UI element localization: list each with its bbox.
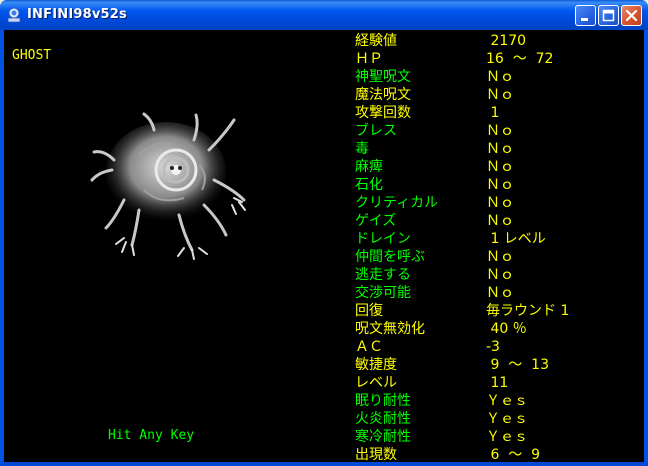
stat-value: Ｎｏ: [486, 159, 514, 175]
stat-row: 麻痺 Ｎｏ: [355, 158, 635, 176]
stat-label: 経験値: [355, 33, 397, 49]
stat-row: 寒冷耐性 Ｙｅｓ: [355, 428, 635, 446]
stat-value: 6 ～ 9: [486, 447, 541, 462]
monster-name: GHOST: [12, 48, 52, 63]
stat-row: ドレイン 1 レベル: [355, 230, 635, 248]
stat-value: 1 レベル: [486, 231, 546, 247]
stat-label: ゲイズ: [355, 213, 397, 229]
stat-row: 経験値 2170: [355, 32, 635, 50]
stat-label: レベル: [355, 375, 397, 391]
stat-value: 2170: [486, 33, 527, 49]
stat-label: 攻撃回数: [355, 105, 411, 121]
app-window: INFINI98v52s GHOST 経験値 2170 ＨＰ 16 ～ 72 神…: [0, 0, 648, 466]
stat-value: Ｎｏ: [486, 285, 514, 301]
stat-row: レベル 11: [355, 374, 635, 392]
stat-label: 敏捷度: [355, 357, 397, 373]
maximize-icon: [602, 9, 615, 22]
stat-row: 毒 Ｎｏ: [355, 140, 635, 158]
stat-row: 呪文無効化 40 ％: [355, 320, 635, 338]
stat-row: ブレス Ｎｏ: [355, 122, 635, 140]
stat-row: 攻撃回数 1: [355, 104, 635, 122]
stat-label: 麻痺: [355, 159, 383, 175]
stat-label: 石化: [355, 177, 383, 193]
stat-label: ＨＰ: [355, 51, 383, 67]
stat-row: 神聖呪文 Ｎｏ: [355, 68, 635, 86]
title-bar[interactable]: INFINI98v52s: [0, 0, 648, 30]
minimize-icon: [581, 18, 588, 21]
app-icon[interactable]: [6, 7, 22, 23]
stat-label: 魔法呪文: [355, 87, 411, 103]
stat-label: 回復: [355, 303, 383, 319]
stat-row: ゲイズ Ｎｏ: [355, 212, 635, 230]
stat-label: 交渉可能: [355, 285, 411, 301]
monster-stats-list: 経験値 2170 ＨＰ 16 ～ 72 神聖呪文 Ｎｏ 魔法呪文 Ｎｏ 攻撃回数 1 ブレス Ｎｏ…: [355, 32, 635, 462]
stat-row: 仲間を呼ぶ Ｎｏ: [355, 248, 635, 266]
stat-value: 9 ～ 13: [486, 357, 549, 373]
stat-row: 交渉可能 Ｎｏ: [355, 284, 635, 302]
hit-any-key-prompt: Hit Any Key: [108, 428, 195, 443]
stat-row: クリティカル Ｎｏ: [355, 194, 635, 212]
stat-label: 出現数: [355, 447, 397, 462]
stat-label: 逃走する: [355, 267, 411, 283]
stat-label: 神聖呪文: [355, 69, 411, 85]
stat-label: ブレス: [355, 123, 397, 139]
close-button[interactable]: [621, 5, 642, 26]
stat-label: 毒: [355, 141, 369, 157]
stat-label: 寒冷耐性: [355, 429, 411, 445]
stat-value: Ｎｏ: [486, 249, 514, 265]
stat-row: 眠り耐性 Ｙｅｓ: [355, 392, 635, 410]
stat-row: 魔法呪文 Ｎｏ: [355, 86, 635, 104]
maximize-button[interactable]: [598, 5, 619, 26]
window-title: INFINI98v52s: [27, 7, 127, 22]
stat-value: Ｙｅｓ: [486, 411, 528, 427]
stat-row: 逃走する Ｎｏ: [355, 266, 635, 284]
stat-value: Ｎｏ: [486, 123, 514, 139]
stat-value: Ｙｅｓ: [486, 393, 528, 409]
stat-value: 11: [486, 375, 509, 391]
stat-label: ドレイン: [355, 231, 411, 247]
stat-label: 呪文無効化: [355, 321, 425, 337]
stat-value: -3: [486, 339, 500, 355]
stat-row: 回復 毎ラウンド 1: [355, 302, 635, 320]
game-screen[interactable]: GHOST 経験値 2170 ＨＰ 16 ～ 72 神聖呪文 Ｎｏ 魔法呪文 Ｎｏ 攻撃回数 …: [4, 30, 644, 462]
stat-value: Ｎｏ: [486, 267, 514, 283]
stat-label: ＡＣ: [355, 339, 383, 355]
window-frame-bottom: [0, 462, 648, 466]
minimize-button[interactable]: [575, 5, 596, 26]
stat-row: 石化 Ｎｏ: [355, 176, 635, 194]
stat-row: 火炎耐性 Ｙｅｓ: [355, 410, 635, 428]
stat-label: 仲間を呼ぶ: [355, 249, 425, 265]
stat-row: ＨＰ 16 ～ 72: [355, 50, 635, 68]
stat-value: 1: [486, 105, 500, 121]
stat-value: Ｎｏ: [486, 87, 514, 103]
stat-value: 16 ～ 72: [486, 51, 554, 67]
stat-value: 毎ラウンド 1: [486, 303, 570, 319]
stat-label: クリティカル: [355, 195, 439, 211]
stat-label: 火炎耐性: [355, 411, 411, 427]
ghost-monster-picture: [90, 112, 246, 260]
stat-row: 出現数 6 ～ 9: [355, 446, 635, 462]
stat-value: Ｎｏ: [486, 69, 514, 85]
close-icon: [625, 9, 638, 22]
stat-label: 眠り耐性: [355, 393, 411, 409]
stat-row: ＡＣ -3: [355, 338, 635, 356]
stat-value: Ｎｏ: [486, 141, 514, 157]
stat-value: 40 ％: [486, 321, 527, 337]
stat-value: Ｎｏ: [486, 195, 514, 211]
stat-value: Ｎｏ: [486, 213, 514, 229]
stat-row: 敏捷度 9 ～ 13: [355, 356, 635, 374]
stat-value: Ｎｏ: [486, 177, 514, 193]
stat-value: Ｙｅｓ: [486, 429, 528, 445]
